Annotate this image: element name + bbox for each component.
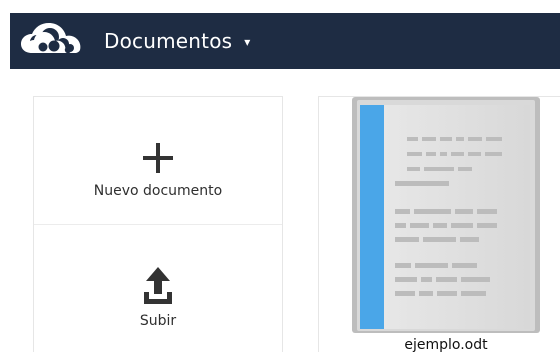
app-title: Documentos: [104, 29, 233, 53]
upload-label: Subir: [139, 313, 177, 329]
new-document-button[interactable]: Nuevo documento: [34, 97, 282, 225]
documents-list: ejemplo.odt: [318, 96, 560, 353]
owncloud-logo-icon: [19, 19, 97, 63]
app-menu-button[interactable]: Documentos ▾: [19, 19, 250, 63]
plus-icon: [140, 140, 176, 176]
text-document-thumbnail-icon: [352, 97, 540, 339]
upload-button[interactable]: Subir: [34, 225, 282, 353]
documents-content: Nuevo documento Subir ejemplo.odt: [0, 69, 560, 353]
chevron-down-icon: ▾: [244, 35, 251, 49]
new-document-label: Nuevo documento: [93, 183, 223, 199]
document-name: ejemplo.odt: [404, 337, 488, 353]
upload-icon: [140, 266, 176, 306]
navigation-bar: Documentos ▾: [10, 13, 560, 69]
top-bar: Documentos ▾: [0, 0, 560, 69]
document-card[interactable]: ejemplo.odt: [352, 97, 540, 353]
document-actions-panel: Nuevo documento Subir: [33, 96, 283, 352]
